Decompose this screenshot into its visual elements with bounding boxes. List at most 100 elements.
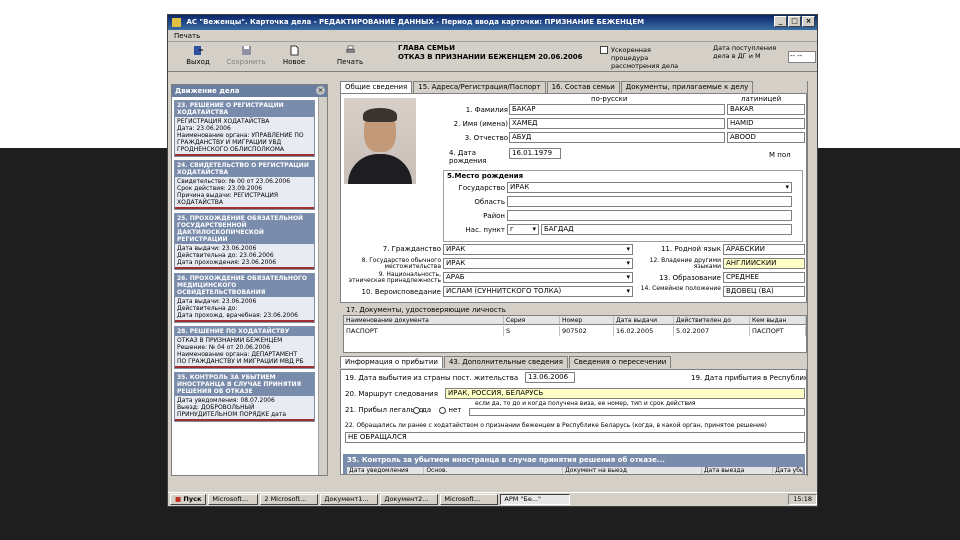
case-heading-line1: ГЛАВА СЕМЬИ xyxy=(398,44,455,52)
toolbar: Выход Сохранить Новое Печать ГЛАВА СЕМЬИ… xyxy=(168,42,817,72)
tab-general[interactable]: Общие сведения xyxy=(340,81,413,93)
col-issue-date: Дата выдачи xyxy=(614,316,674,324)
birth-city-type-select[interactable]: г xyxy=(507,224,539,235)
other-lang-input[interactable]: АНГЛИЙСКИЙ xyxy=(723,258,805,269)
task-item[interactable]: Документ2... xyxy=(380,494,439,505)
maximize-button[interactable]: □ xyxy=(788,16,801,27)
accelerated-checkbox[interactable] xyxy=(600,46,608,54)
surname-lat-input[interactable]: BAKAR xyxy=(727,104,805,115)
visa-input[interactable] xyxy=(469,408,805,416)
tab-arrival[interactable]: Информация о прибытии xyxy=(340,356,443,368)
residence-select[interactable]: ИРАК xyxy=(443,258,633,269)
start-button[interactable]: ■ Пуск xyxy=(170,494,207,505)
task-item[interactable]: Microsoft... xyxy=(440,494,499,505)
name-label: 2. Имя (имена) xyxy=(453,120,508,128)
panel-title: Движение дела xyxy=(175,87,240,95)
case-event-title: 24. СВИДЕТЕЛЬСТВО О РЕГИСТРАЦИИ ХОДАТАЙС… xyxy=(175,161,314,177)
close-button[interactable]: × xyxy=(802,16,815,27)
arrival-form: 19. Дата выбытия из страны пост. жительс… xyxy=(340,369,807,475)
legal-yes-radio[interactable] xyxy=(413,406,420,414)
education-input[interactable]: СРЕДНЕЕ xyxy=(723,272,805,283)
case-event-card[interactable]: 28. РЕШЕНИЕ ПО ХОДАТАЙСТВУ ОТКАЗ В ПРИЗНА… xyxy=(174,326,315,369)
menu-bar: Печать xyxy=(168,30,817,42)
appeal-input[interactable]: НЕ ОБРАЩАЛСЯ xyxy=(345,432,805,443)
panel-scrollbar[interactable] xyxy=(318,97,327,475)
app-window: АС "Beженцы". Карточка дела - РЕДАКТИРОВ… xyxy=(167,14,818,507)
accelerated-procedure[interactable]: Ускоренная процедура рассмотрения дела xyxy=(600,46,687,70)
patronymic-lat-input[interactable]: ABOOD xyxy=(727,132,805,143)
birth-country-select[interactable]: ИРАК xyxy=(507,182,792,193)
birth-region-input[interactable] xyxy=(507,196,792,207)
citizenship-select[interactable]: ИРАК xyxy=(443,244,633,255)
case-event-card[interactable]: 35. КОНТРОЛЬ ЗА УБЫТИЕМ ИНОСТРАНЦА В СЛУ… xyxy=(174,372,315,422)
tab-family[interactable]: 16. Состав семьи xyxy=(546,81,620,93)
birth-district-input[interactable] xyxy=(507,210,792,221)
case-event-body: РЕГИСТРАЦИЯ ХОДАТАЙСТВА Дата: 23.06.2006 Н… xyxy=(175,117,314,154)
legal-no-radio[interactable] xyxy=(439,406,447,414)
name-ru-input[interactable]: ХАМЕД xyxy=(509,118,725,129)
task-item[interactable]: Документ1... xyxy=(320,494,379,505)
case-event-line: Дата прохождения: 23.06.2006 xyxy=(177,259,277,266)
birthdate-input[interactable]: 16.01.1979 xyxy=(509,148,561,159)
print-icon xyxy=(345,45,355,53)
native-lang-input[interactable]: АРАБСКИЙ xyxy=(723,244,805,255)
menu-print[interactable]: Печать xyxy=(174,32,200,40)
accelerated-label: Ускоренная процедура рассмотрения дела xyxy=(611,46,679,70)
surname-label: 1. Фамилия xyxy=(465,106,508,114)
case-event-line: ПО ГРАЖДАНСТВУ И МИГРАЦИИ МВД РБ xyxy=(177,358,304,365)
tab-documents[interactable]: Документы, прилагаемые к делу xyxy=(620,81,754,93)
exit-button[interactable]: Выход xyxy=(174,42,222,66)
birth-city-input[interactable]: БАГДАД xyxy=(541,224,792,235)
task-item[interactable]: Microsoft... xyxy=(208,494,259,505)
panel-close-icon[interactable]: × xyxy=(316,86,325,95)
print-button[interactable]: Печать xyxy=(326,42,374,66)
task-item-active[interactable]: АРМ "Бе..." xyxy=(500,494,571,505)
residence-label: 8. Государство обычного местожительства xyxy=(361,257,441,270)
new-button[interactable]: Новое xyxy=(270,42,318,66)
marital-input[interactable]: ВДОВЕЦ (ВА) xyxy=(723,286,805,297)
depart-date-input[interactable]: 13.06.2006 xyxy=(525,372,575,383)
applicant-photo xyxy=(344,98,416,184)
case-event-line: Свидетельство: № 00 от 23.06.2006 xyxy=(177,178,291,185)
tab-additional[interactable]: 43. Дополнительные сведения xyxy=(443,356,568,368)
col-valid-until: Действителен до xyxy=(674,316,750,324)
minimize-button[interactable]: _ xyxy=(774,16,787,27)
patronymic-ru-input[interactable]: АБУД xyxy=(509,132,725,143)
case-event-card[interactable]: 26. ПРОХОЖДЕНИЕ ОБЯЗАТЕЛЬНОГО МЕДИЦИНСКО… xyxy=(174,273,315,323)
task-item[interactable]: 2 Microsoft... xyxy=(260,494,319,505)
case-event-line: Дата выдачи: 23.06.2006 xyxy=(177,298,257,305)
route-input[interactable]: ИРАК, РОССИЯ, БЕЛАРУСЬ xyxy=(445,388,805,399)
legal-hint: если да, то до и когда получена виза, ее… xyxy=(475,400,696,407)
legal-no-label: нет xyxy=(448,406,462,414)
case-event-line: ПРИНУДИТЕЛЬНОМ ПОРЯДКЕ дата xyxy=(177,411,287,418)
case-event-card[interactable]: 25. ПРОХОЖДЕНИЕ ОБЯЗАТЕЛЬНОЙ ГОСУДАРСТВЕ… xyxy=(174,213,315,270)
tab-addresses[interactable]: 15. Адреса/Регистрация/Паспорт xyxy=(413,81,546,93)
card-divider xyxy=(175,267,314,269)
arrival-date-field[interactable]: -- -- xyxy=(788,51,816,63)
nationality-label: 9. Национальность, этническая принадлежн… xyxy=(348,271,441,284)
new-icon xyxy=(290,45,298,56)
title-bar: АС "Beженцы". Карточка дела - РЕДАКТИРОВ… xyxy=(168,15,817,30)
religion-select[interactable]: ИСЛАМ (СУННИТСКОГО ТОЛКА) xyxy=(443,286,633,297)
tab-crossings[interactable]: Сведения о пересечении xyxy=(568,356,672,368)
name-lat-input[interactable]: HAMID xyxy=(727,118,805,129)
surname-ru-input[interactable]: БАКАР xyxy=(509,104,725,115)
window-title: АС "Beженцы". Карточка дела - РЕДАКТИРОВ… xyxy=(186,18,645,26)
case-event-card[interactable]: 23. РЕШЕНИЕ О РЕГИСТРАЦИИ ХОДАТАЙСТВА РЕГ… xyxy=(174,100,315,157)
case-event-title: 28. РЕШЕНИЕ ПО ХОДАТАЙСТВУ xyxy=(175,327,314,336)
case-event-title: 23. РЕШЕНИЕ О РЕГИСТРАЦИИ ХОДАТАЙСТВА xyxy=(175,101,314,117)
system-clock: 15:18 xyxy=(788,494,817,505)
form-scrollbar[interactable] xyxy=(807,81,815,476)
col-issued-by: Кем выдан xyxy=(750,316,806,324)
table-row[interactable]: ПАСПОРТ S 907502 16.02.2005 5.02.2007 ПА… xyxy=(344,326,806,336)
nationality-select[interactable]: АРАБ xyxy=(443,272,633,283)
save-button[interactable]: Сохранить xyxy=(222,42,270,66)
case-event-line: Действительна до: 23.06.2006 xyxy=(177,252,274,259)
case-event-body: Свидетельство: № 00 от 23.06.2006 Срок де… xyxy=(175,177,314,207)
col-doc-name: Наименование документа xyxy=(344,316,504,324)
arrival-date-label: Дата поступления дела в ДГ и М xyxy=(713,44,777,60)
col-ru-header: по-русски xyxy=(591,95,628,103)
case-event-card[interactable]: 24. СВИДЕТЕЛЬСТВО О РЕГИСТРАЦИИ ХОДАТАЙС… xyxy=(174,160,315,210)
case-event-line: Выезд: ДОБРОВОЛЬНЫЙ xyxy=(177,404,255,411)
case-event-line: Действительна до: xyxy=(177,305,238,312)
